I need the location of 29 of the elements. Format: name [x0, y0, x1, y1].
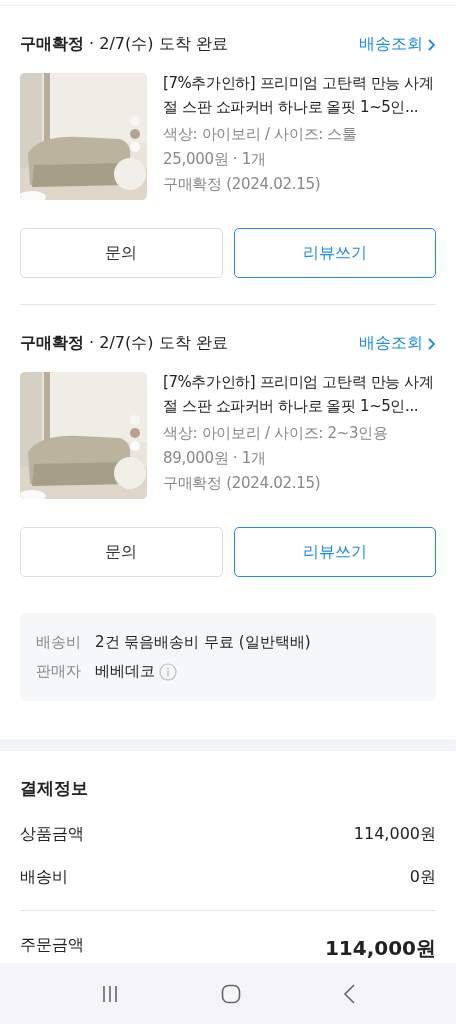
section-title: 결제정보 — [20, 777, 89, 800]
product-price: 25,000원 · 1개 — [163, 150, 267, 169]
payment-value: 0원 — [409, 867, 436, 888]
info-label: 판매자 — [36, 662, 81, 681]
track-delivery-link[interactable]: 배송조회 — [359, 34, 436, 55]
product-option: 색상: 아이보리 / 사이즈: 2~3인용 — [163, 424, 436, 443]
payment-label: 상품금액 — [20, 824, 84, 845]
total-value: 114,000원 — [324, 935, 436, 962]
back-icon[interactable] — [341, 982, 356, 1005]
chevron-right-icon[interactable] — [427, 336, 436, 351]
product-name[interactable]: [7%추가인하] 프리미엄 고탄력 만능 사계절 스판 쇼파커버 하나로 올핏 1~5인... — [163, 71, 436, 119]
home-icon[interactable] — [221, 983, 241, 1004]
chevron-right-icon[interactable] — [427, 37, 436, 52]
order-status: 구매확정 · 2/7(수) 도착 완료 — [20, 34, 228, 55]
product-name[interactable]: [7%추가인하] 프리미엄 고탄력 만능 사계절 스판 쇼파커버 하나로 올핏 1~5인... — [163, 370, 436, 418]
inquiry-button[interactable]: 문의 — [20, 228, 223, 278]
order-status: 구매확정 · 2/7(수) 도착 완료 — [20, 333, 228, 354]
total-label: 주문금액 — [20, 935, 84, 956]
product-option: 색상: 아이보리 / 사이즈: 스툴 — [163, 125, 436, 144]
confirm-date: 구매확정 (2024.02.15) — [163, 474, 322, 493]
inquiry-button[interactable]: 문의 — [20, 527, 223, 577]
info-value: 베베데코 — [95, 662, 155, 681]
info-value: 2건 묶음배송비 무료 (일반택배) — [95, 633, 311, 652]
product-price: 89,000원 · 1개 — [163, 449, 267, 468]
payment-value: 114,000원 — [353, 824, 436, 845]
confirm-date: 구매확정 (2024.02.15) — [163, 175, 322, 194]
payment-label: 배송비 — [20, 867, 68, 888]
track-delivery-link[interactable]: 배송조회 — [359, 333, 436, 354]
info-label: 배송비 — [36, 633, 81, 652]
